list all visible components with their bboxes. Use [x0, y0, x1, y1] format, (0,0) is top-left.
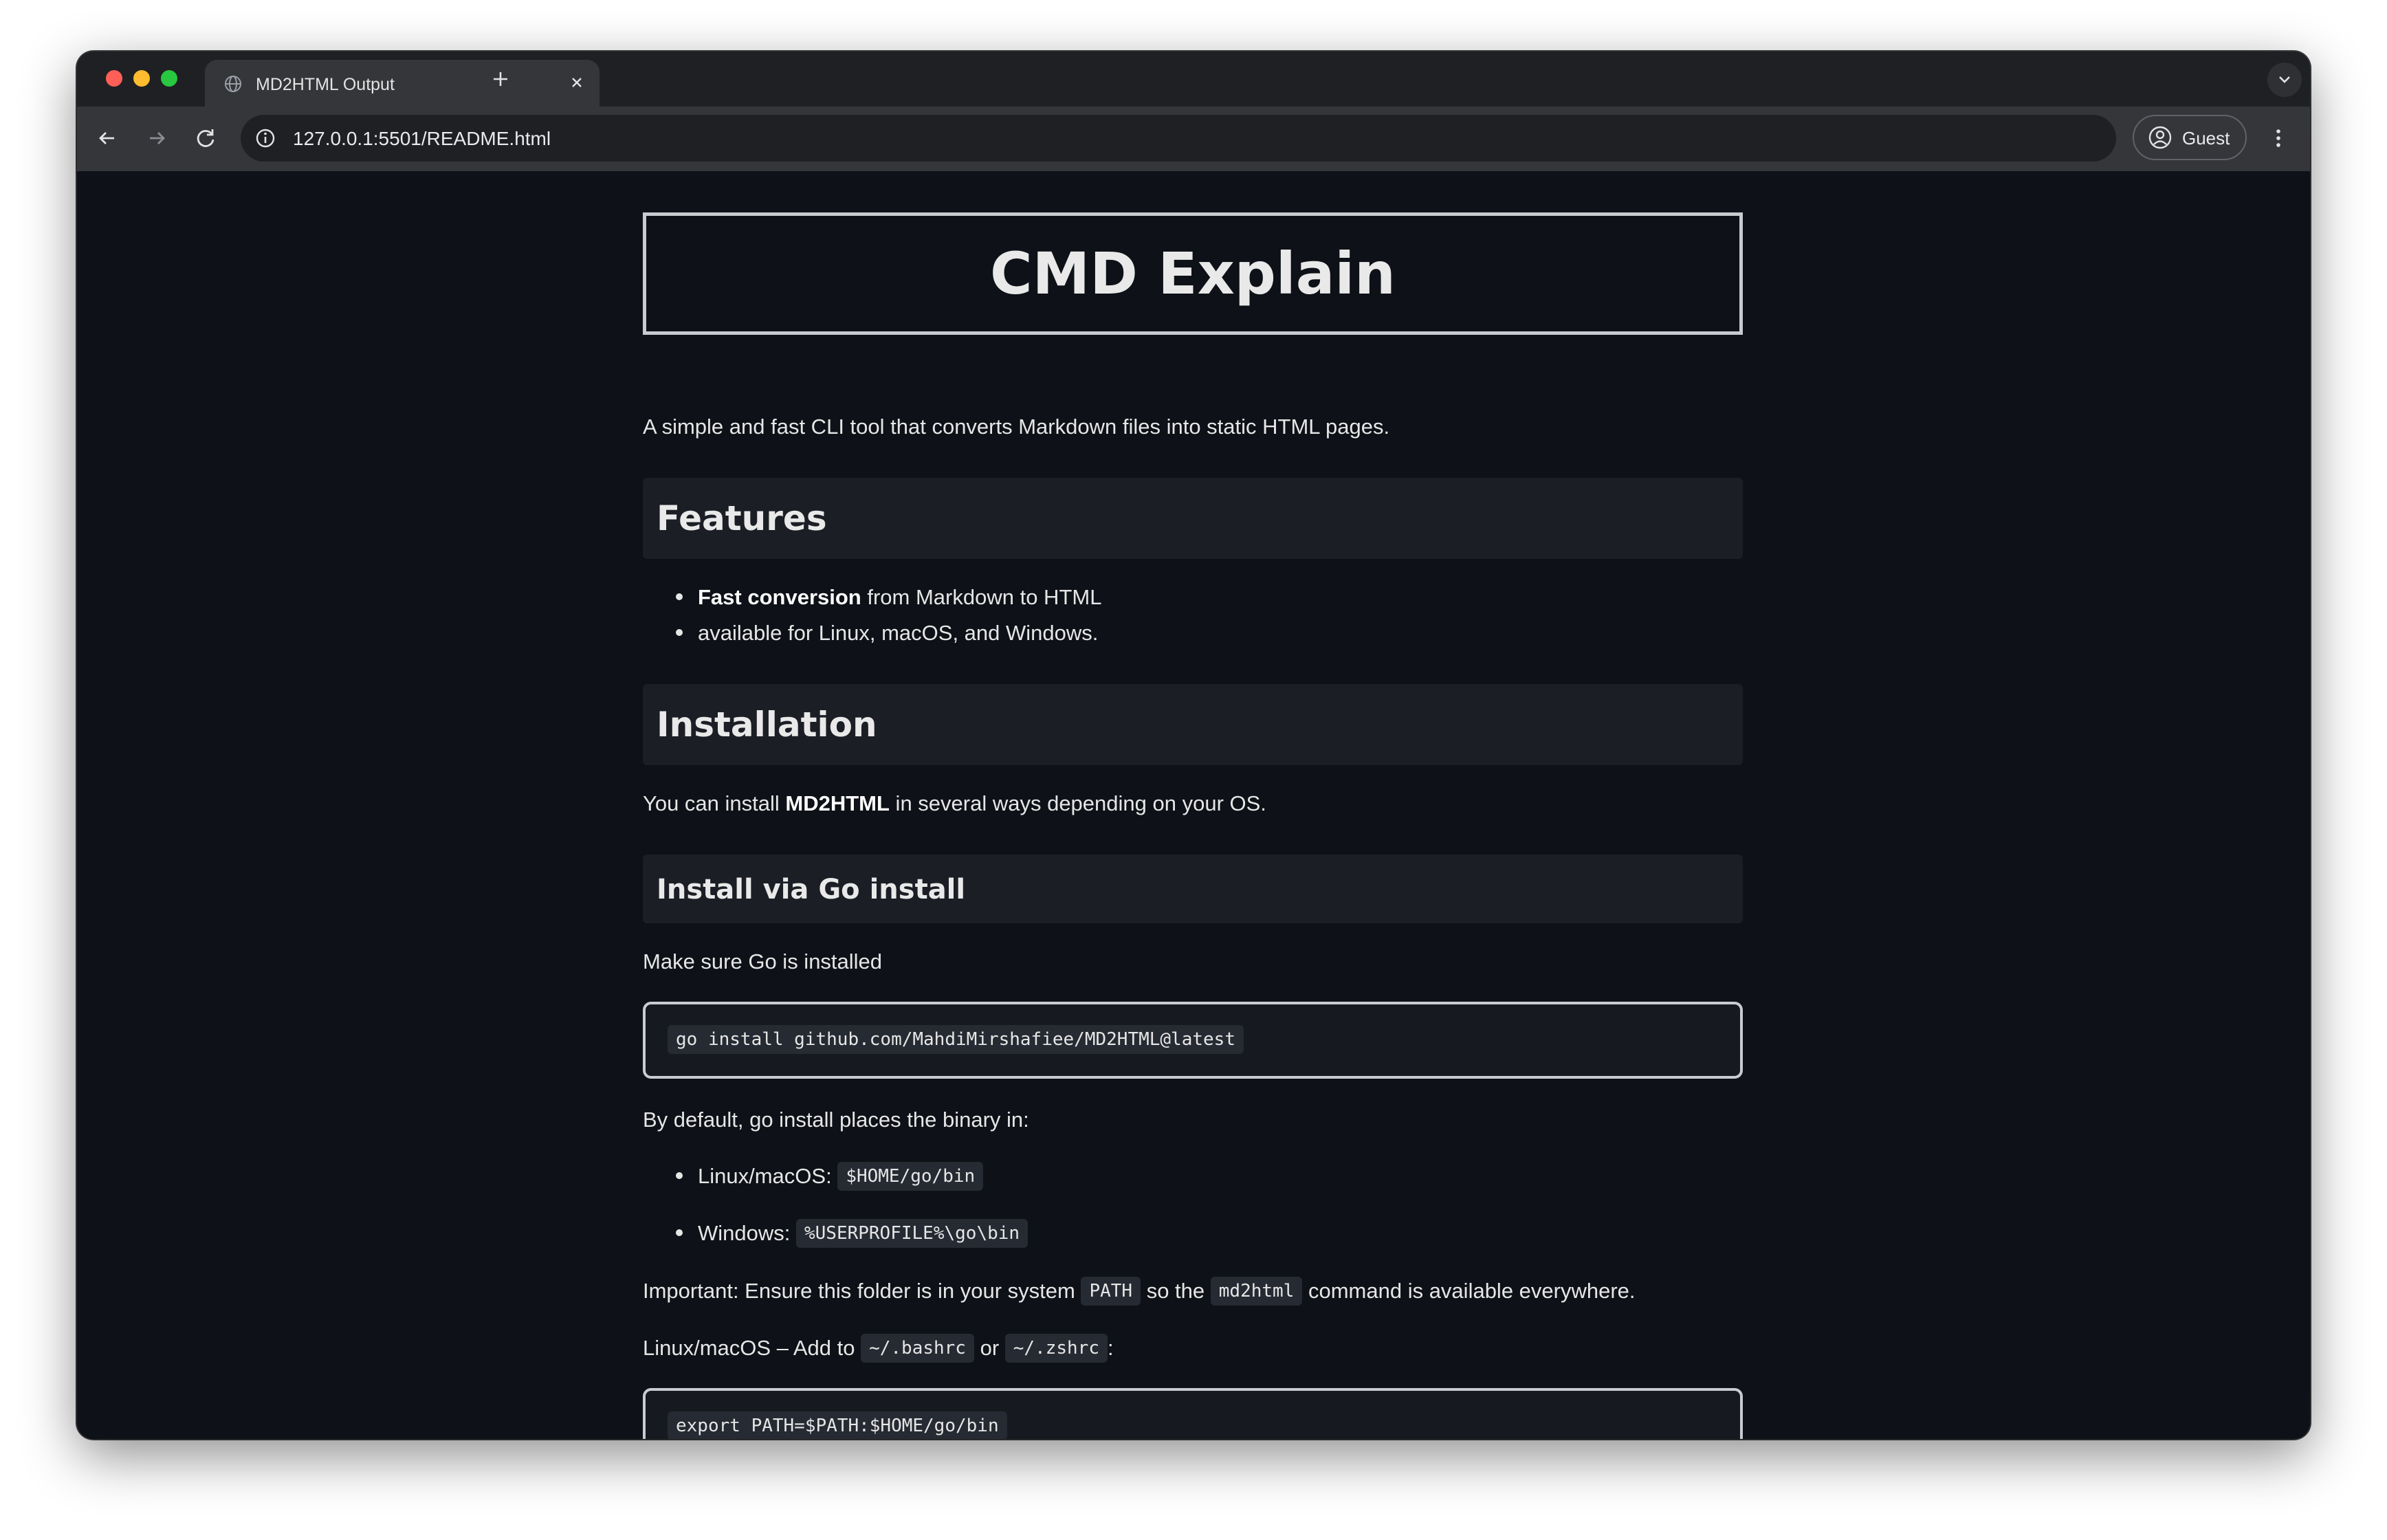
page-title-box: CMD Explain — [643, 212, 1743, 335]
page-viewport[interactable]: CMD Explain A simple and fast CLI tool t… — [77, 171, 2310, 1439]
installation-intro: You can install MD2HTML in several ways … — [643, 790, 1266, 817]
export-path-command[interactable]: export PATH=$PATH:$HOME/go/bin — [668, 1411, 1007, 1439]
go-install-heading-box: Install via Go install — [643, 855, 1743, 923]
tab-strip: MD2HTML Output — [77, 52, 2310, 107]
bullet-dot — [676, 1229, 683, 1236]
code-block-go-install[interactable]: go install github.com/MahdiMirshafiee/MD… — [643, 1002, 1743, 1079]
default-location-paragraph: By default, go install places the binary… — [643, 1108, 1029, 1132]
go-install-command[interactable]: go install github.com/MahdiMirshafiee/MD… — [668, 1025, 1244, 1054]
important-text-end: command is available everywhere. — [1302, 1279, 1636, 1303]
kebab-menu-icon[interactable] — [2263, 123, 2294, 153]
tab-search-button[interactable] — [2267, 63, 2302, 97]
browser-window: MD2HTML Output 127.0.0.1:5501/README.htm… — [77, 52, 2310, 1439]
zshrc-code: ~/.zshrc — [1004, 1333, 1108, 1363]
location-label: Linux/macOS: — [698, 1164, 838, 1188]
installation-intro-text: You can install — [643, 791, 786, 815]
tab-title: MD2HTML Output — [256, 75, 395, 94]
close-window-button[interactable] — [106, 70, 122, 87]
profile-button[interactable]: Guest — [2133, 115, 2247, 160]
bullet-dot — [676, 593, 683, 600]
browser-toolbar: 127.0.0.1:5501/README.html Guest — [77, 107, 2310, 171]
shell-note-text: Linux/macOS – Add to — [643, 1336, 861, 1360]
person-circle-icon — [2148, 125, 2172, 150]
plus-icon[interactable] — [488, 67, 513, 91]
bullet-dot — [676, 628, 683, 636]
shell-config-paragraph: Linux/macOS – Add to ~/.bashrc or ~/.zsh… — [643, 1333, 1114, 1364]
close-icon[interactable] — [566, 72, 587, 93]
list-item: Windows: %USERPROFILE%\go\bin — [676, 1218, 1028, 1249]
list-item: available for Linux, macOS, and Windows. — [676, 619, 1098, 647]
feature-bold: Fast conversion — [698, 585, 861, 609]
arrow-right-icon[interactable] — [142, 123, 172, 153]
intro-paragraph: A simple and fast CLI tool that converts… — [643, 415, 1390, 439]
bashrc-code: ~/.bashrc — [861, 1333, 974, 1363]
important-text-mid: so the — [1141, 1279, 1211, 1303]
list-item: Fast conversion from Markdown to HTML — [676, 584, 1101, 611]
minimize-window-button[interactable] — [133, 70, 150, 87]
go-prereq-paragraph: Make sure Go is installed — [643, 949, 883, 974]
shell-note-text-mid: or — [974, 1336, 1005, 1360]
profile-label: Guest — [2182, 128, 2230, 148]
shell-note-text-end: : — [1108, 1336, 1114, 1360]
installation-heading-box: Installation — [643, 684, 1743, 765]
maximize-window-button[interactable] — [161, 70, 177, 87]
location-label: Windows: — [698, 1221, 796, 1245]
features-heading: Features — [657, 498, 827, 538]
location-path-code: %USERPROFILE%\go\bin — [795, 1218, 1028, 1248]
address-bar[interactable]: 127.0.0.1:5501/README.html — [241, 115, 2116, 162]
features-heading-box: Features — [643, 478, 1743, 559]
installation-heading: Installation — [657, 705, 877, 745]
info-icon[interactable] — [252, 124, 279, 152]
important-text: Important: Ensure this folder is in your… — [643, 1279, 1081, 1303]
bullet-dot — [676, 1172, 683, 1179]
arrow-left-icon[interactable] — [92, 123, 122, 153]
path-code: PATH — [1081, 1276, 1141, 1306]
globe-icon — [224, 75, 242, 96]
tab-active[interactable]: MD2HTML Output — [205, 60, 600, 107]
feature-text: available for Linux, macOS, and Windows. — [698, 621, 1099, 645]
feature-text: from Markdown to HTML — [861, 585, 1102, 609]
important-paragraph: Important: Ensure this folder is in your… — [643, 1276, 1636, 1307]
code-block-export-path[interactable]: export PATH=$PATH:$HOME/go/bin — [643, 1388, 1743, 1439]
page-title: CMD Explain — [990, 240, 1396, 307]
installation-intro-bold: MD2HTML — [785, 791, 890, 815]
installation-intro-text-end: in several ways depending on your OS. — [889, 791, 1266, 815]
md2html-code: md2html — [1210, 1276, 1303, 1306]
reload-icon[interactable] — [191, 123, 221, 153]
go-install-heading: Install via Go install — [657, 874, 966, 905]
location-path-code: $HOME/go/bin — [837, 1161, 984, 1191]
url-text[interactable]: 127.0.0.1:5501/README.html — [293, 128, 551, 150]
list-item: Linux/macOS: $HOME/go/bin — [676, 1161, 984, 1192]
chevron-down-icon — [2279, 76, 2290, 83]
